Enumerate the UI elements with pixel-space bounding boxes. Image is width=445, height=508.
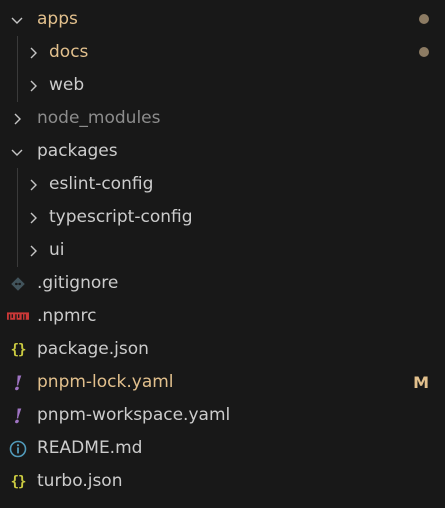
chevron-right-icon bbox=[22, 168, 44, 201]
tree-item-web[interactable]: web bbox=[0, 69, 445, 102]
tree-item-label: pnpm-lock.yaml bbox=[37, 372, 174, 392]
json-icon: {} bbox=[10, 473, 27, 490]
tree-item-npmrc[interactable]: .npmrc bbox=[0, 300, 445, 333]
tree-item-label: package.json bbox=[37, 339, 149, 359]
chevron-down-icon bbox=[6, 135, 28, 168]
chevron-right-icon bbox=[22, 234, 44, 267]
json-icon: {} bbox=[10, 341, 27, 358]
npm-icon bbox=[7, 300, 29, 333]
tree-item-label: .npmrc bbox=[37, 306, 97, 326]
tree-item-apps[interactable]: apps bbox=[0, 3, 445, 36]
yaml-icon: ! bbox=[13, 370, 23, 395]
file-explorer-tree: apps docs web node_modules packages esli… bbox=[0, 0, 445, 508]
git-status-badge: M bbox=[413, 373, 429, 392]
tree-item-ui[interactable]: ui bbox=[0, 234, 445, 267]
info-icon bbox=[7, 432, 29, 465]
modified-dot-indicator bbox=[419, 47, 429, 57]
tree-item-label: .gitignore bbox=[37, 273, 119, 293]
tree-item-label: eslint-config bbox=[49, 174, 154, 194]
yaml-icon: ! bbox=[13, 403, 23, 428]
tree-item-eslint-config[interactable]: eslint-config bbox=[0, 168, 445, 201]
tree-item-packages[interactable]: packages bbox=[0, 135, 445, 168]
chevron-right-icon bbox=[22, 69, 44, 102]
tree-item-label: apps bbox=[37, 9, 78, 29]
git-icon bbox=[7, 267, 29, 300]
tree-item-label: README.md bbox=[37, 438, 143, 458]
tree-item-label: packages bbox=[37, 141, 118, 161]
tree-item-typescript-config[interactable]: typescript-config bbox=[0, 201, 445, 234]
tree-item-label: ui bbox=[49, 240, 65, 260]
tree-item-label: node_modules bbox=[37, 108, 161, 128]
tree-item-label: web bbox=[49, 75, 85, 95]
tree-item-label: docs bbox=[49, 42, 89, 62]
tree-item-docs[interactable]: docs bbox=[0, 36, 445, 69]
tree-item-label: pnpm-workspace.yaml bbox=[37, 405, 231, 425]
chevron-right-icon bbox=[6, 102, 28, 135]
tree-item-package-json[interactable]: {} package.json bbox=[0, 333, 445, 366]
tree-item-gitignore[interactable]: .gitignore bbox=[0, 267, 445, 300]
chevron-right-icon bbox=[22, 36, 44, 69]
modified-dot-indicator bbox=[419, 14, 429, 24]
chevron-down-icon bbox=[6, 3, 28, 36]
tree-item-label: turbo.json bbox=[37, 471, 123, 491]
chevron-right-icon bbox=[22, 201, 44, 234]
tree-item-pnpm-lock-yaml[interactable]: ! pnpm-lock.yaml M bbox=[0, 366, 445, 399]
tree-item-turbo-json[interactable]: {} turbo.json bbox=[0, 465, 445, 498]
tree-item-label: typescript-config bbox=[49, 207, 193, 227]
tree-item-node-modules[interactable]: node_modules bbox=[0, 102, 445, 135]
tree-item-pnpm-workspace-yaml[interactable]: ! pnpm-workspace.yaml bbox=[0, 399, 445, 432]
tree-item-readme-md[interactable]: README.md bbox=[0, 432, 445, 465]
